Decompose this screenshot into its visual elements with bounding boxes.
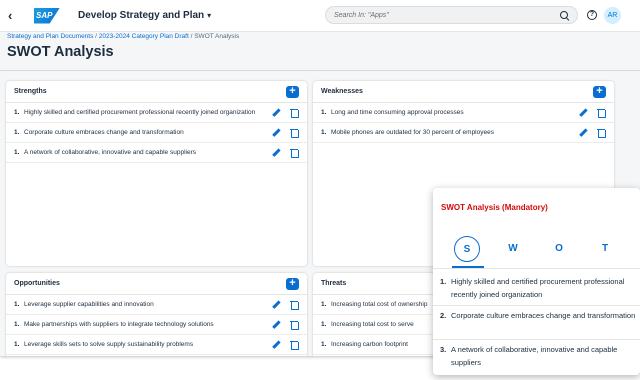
swot-popover: SWOT Analysis (Mandatory) S W O T 1. Hig… xyxy=(433,188,640,375)
panel-title: Strengths xyxy=(14,88,47,95)
list-item: 1. Make partnerships with suppliers to i… xyxy=(6,315,307,335)
list-item: 1. A network of collaborative, innovativ… xyxy=(6,143,307,163)
delete-icon[interactable] xyxy=(289,340,299,350)
breadcrumb-current: SWOT Analysis xyxy=(194,33,240,40)
app-title[interactable]: Develop Strategy and Plan xyxy=(78,10,204,21)
avatar[interactable]: AR xyxy=(604,7,621,24)
sap-logo[interactable]: SAP xyxy=(34,7,60,24)
add-strength-button[interactable]: + xyxy=(286,85,299,98)
search-icon[interactable] xyxy=(560,10,569,20)
add-weakness-button[interactable]: + xyxy=(593,85,606,98)
shell-bar: ‹ SAP Develop Strategy and Plan ▾ Search… xyxy=(0,0,640,32)
breadcrumb: Strategy and Plan Documents / 2023-2024 … xyxy=(7,33,240,40)
delete-icon[interactable] xyxy=(596,128,606,138)
delete-icon[interactable] xyxy=(289,300,299,310)
search-input[interactable]: Search In: "Apps" xyxy=(325,6,578,24)
delete-icon[interactable] xyxy=(289,128,299,138)
panel-title: Opportunities xyxy=(14,280,60,287)
back-icon[interactable]: ‹ xyxy=(8,8,24,23)
list-item: 1. Highly skilled and certified procurem… xyxy=(440,277,625,299)
list-item: 1. Long and time consuming approval proc… xyxy=(313,103,614,123)
delete-icon[interactable] xyxy=(289,148,299,158)
edit-icon[interactable] xyxy=(271,128,281,138)
search-placeholder[interactable]: Search In: "Apps" xyxy=(334,12,560,19)
edit-icon[interactable] xyxy=(271,148,281,158)
swot-tabs: S W O T xyxy=(451,236,637,268)
edit-icon[interactable] xyxy=(271,340,281,350)
tab-w[interactable]: W xyxy=(500,236,526,262)
edit-icon[interactable] xyxy=(271,300,281,310)
delete-icon[interactable] xyxy=(289,108,299,118)
edit-icon[interactable] xyxy=(271,108,281,118)
list-item: 2. Corporate culture embraces change and… xyxy=(440,311,636,320)
list-item: 1. Highly skilled and certified procurem… xyxy=(6,103,307,123)
header-divider xyxy=(0,70,640,71)
panel-title: Weaknesses xyxy=(321,88,363,95)
list-item: 1. Corporate culture embraces change and… xyxy=(6,123,307,143)
edit-icon[interactable] xyxy=(578,108,588,118)
delete-icon[interactable] xyxy=(596,108,606,118)
delete-icon[interactable] xyxy=(289,320,299,330)
list-item: 1. Leverage supplier capabilities and in… xyxy=(6,295,307,315)
popover-title: SWOT Analysis (Mandatory) xyxy=(441,203,548,212)
page-title: SWOT Analysis xyxy=(7,44,114,60)
help-icon[interactable]: ? xyxy=(587,10,597,20)
list-item: 3. A network of collaborative, innovativ… xyxy=(440,345,618,367)
tab-s[interactable]: S xyxy=(452,236,484,268)
chevron-down-icon[interactable]: ▾ xyxy=(207,11,211,20)
breadcrumb-link[interactable]: Strategy and Plan Documents xyxy=(7,33,93,40)
list-item: 1. Leverage skills sets to solve supply … xyxy=(6,335,307,355)
opportunities-panel: Opportunities + 1. Leverage supplier cap… xyxy=(6,273,307,356)
edit-icon[interactable] xyxy=(271,320,281,330)
list-item: 1. Mobile phones are outdated for 30 per… xyxy=(313,123,614,143)
add-opportunity-button[interactable]: + xyxy=(286,277,299,290)
breadcrumb-link[interactable]: 2023-2024 Category Plan Draft xyxy=(99,33,189,40)
tab-o[interactable]: O xyxy=(546,236,572,262)
tabs-divider xyxy=(433,268,640,269)
tab-t[interactable]: T xyxy=(592,236,618,262)
edit-icon[interactable] xyxy=(578,128,588,138)
strengths-panel: Strengths + 1. Highly skilled and certif… xyxy=(6,81,307,266)
